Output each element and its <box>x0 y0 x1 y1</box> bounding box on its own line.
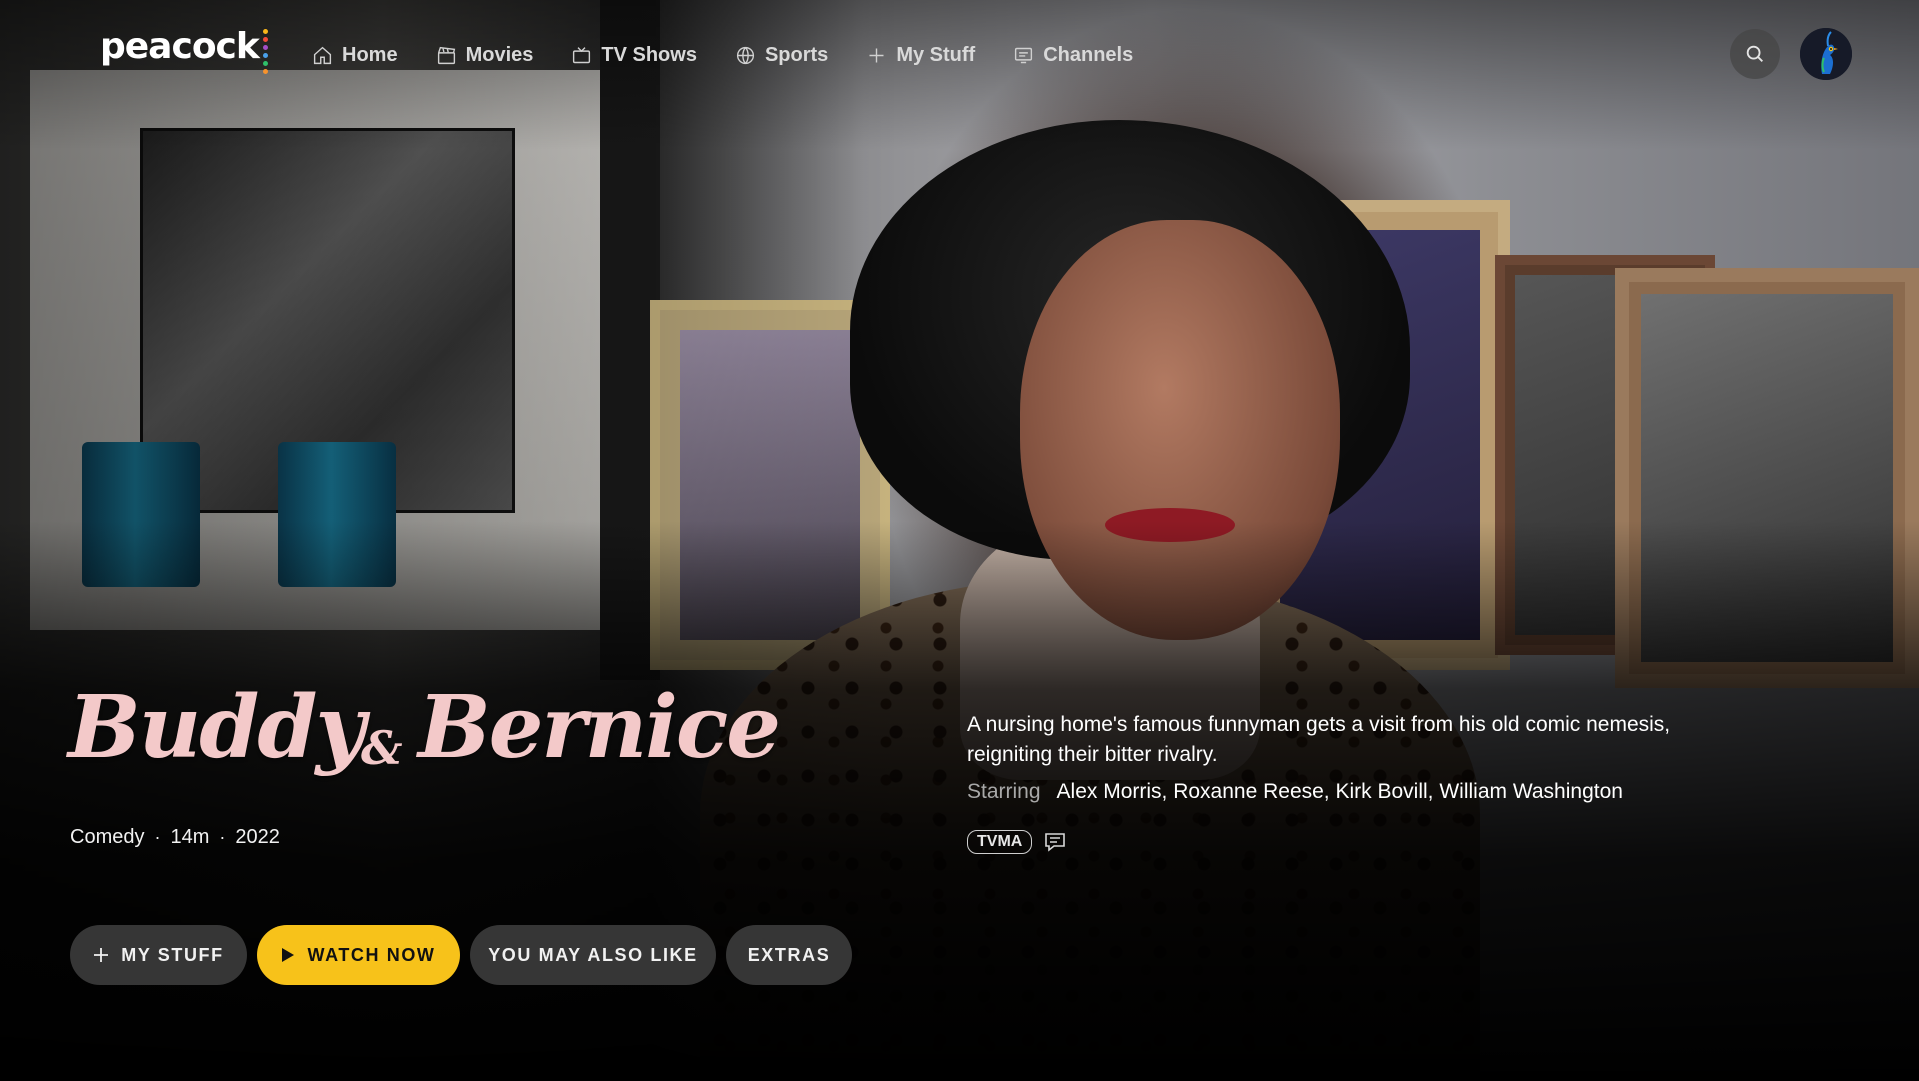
nav-item-label: Movies <box>465 43 534 66</box>
plus-icon <box>869 48 884 62</box>
nav-item-channels[interactable]: Channels <box>1013 40 1133 70</box>
play-icon <box>282 948 295 962</box>
button-label: MY STUFF <box>121 944 224 965</box>
nav-menu: Home Movies TV Shows Sports My Stuff Cha… <box>312 40 1171 70</box>
extras-button[interactable]: EXTRAS <box>726 925 852 985</box>
button-label: YOU MAY ALSO LIKE <box>488 944 698 965</box>
peacock-avatar-icon <box>1800 28 1852 80</box>
channels-icon <box>1015 47 1033 63</box>
search-icon <box>1746 45 1763 62</box>
search-button[interactable] <box>1730 29 1780 79</box>
profile-avatar[interactable] <box>1800 28 1852 80</box>
plus-icon <box>94 948 109 962</box>
action-buttons: MY STUFF WATCH NOW YOU MAY ALSO LIKE EXT… <box>70 925 852 985</box>
logo-dot <box>262 37 268 42</box>
add-to-my-stuff-button[interactable]: MY STUFF <box>70 925 247 985</box>
nav-item-label: TV Shows <box>601 43 697 66</box>
button-label: WATCH NOW <box>307 944 436 965</box>
nav-item-movies[interactable]: Movies <box>436 40 534 70</box>
button-label: EXTRAS <box>747 944 831 965</box>
tv-icon <box>573 46 591 63</box>
you-may-also-like-button[interactable]: YOU MAY ALSO LIKE <box>470 925 716 985</box>
title-ampersand: & <box>361 721 403 775</box>
nav-item-tv-shows[interactable]: TV Shows <box>571 40 697 70</box>
nav-item-label: Home <box>342 43 398 66</box>
description: A nursing home's famous funnyman gets a … <box>967 713 1671 766</box>
nav-item-home[interactable]: Home <box>312 40 398 70</box>
genre: Comedy <box>70 826 145 848</box>
watch-now-button[interactable]: WATCH NOW <box>257 925 460 985</box>
meta-separator: · <box>154 827 161 847</box>
nav-item-label: My Stuff <box>896 43 976 66</box>
clapperboard-icon <box>437 46 455 64</box>
nav-item-label: Sports <box>764 43 829 66</box>
logo-dot <box>262 29 268 34</box>
nav-item-my-stuff[interactable]: My Stuff <box>866 40 975 70</box>
logo-dot <box>262 61 268 66</box>
starring-label: Starring <box>967 780 1041 803</box>
closed-captions-icon <box>1043 832 1067 852</box>
title-detail-page: peacock Home Movies TV Shows Sports My S… <box>0 0 1919 1081</box>
logo-text: peacock <box>100 26 260 67</box>
logo-dots <box>262 29 268 74</box>
rating-badges: TVMA <box>967 830 1067 854</box>
top-navigation: peacock Home Movies TV Shows Sports My S… <box>0 0 1919 108</box>
title-metadata: Comedy · 14m · 2022 <box>70 826 280 849</box>
title-part-2: Bernice <box>418 677 781 778</box>
content-rating-badge: TVMA <box>967 830 1033 854</box>
nav-item-sports[interactable]: Sports <box>735 40 828 70</box>
peacock-logo[interactable]: peacock <box>100 26 268 74</box>
starring-cast: Alex Morris, Roxanne Reese, Kirk Bovill,… <box>1056 780 1623 803</box>
ball-icon <box>736 46 755 64</box>
logo-dot <box>262 69 268 74</box>
release-year: 2022 <box>235 826 280 848</box>
nav-item-label: Channels <box>1043 43 1134 66</box>
home-icon <box>313 46 332 64</box>
logo-dot <box>262 53 268 58</box>
starring-row: Starring Alex Morris, Roxanne Reese, Kir… <box>967 780 1623 804</box>
logo-dot <box>262 45 268 50</box>
meta-separator: · <box>219 827 226 847</box>
title-logo: Buddy & Bernice <box>68 675 781 825</box>
duration: 14m <box>170 826 210 848</box>
title-part-1: Buddy <box>68 677 365 778</box>
